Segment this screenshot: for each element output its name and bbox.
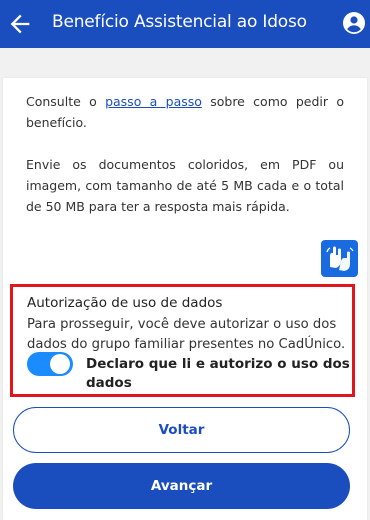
- page-title: Benefício Assistencial ao Idoso: [52, 12, 307, 32]
- authorization-toggle-label[interactable]: Declaro que li e autorizo o uso dos dado…: [86, 355, 356, 393]
- instructions-paragraph: Consulte o passo a passo sobre como pedi…: [26, 94, 344, 130]
- authorization-section: Autorização de uso de dados Para prosseg…: [10, 284, 355, 397]
- user-circle-icon[interactable]: [342, 11, 366, 35]
- documents-paragraph: Envie os documentos coloridos, em PDF ou…: [26, 157, 344, 214]
- app-header: Benefício Assistencial ao Idoso: [0, 0, 370, 48]
- arrow-left-icon[interactable]: [6, 10, 34, 38]
- authorization-text: Para prosseguir, você deve autorizar o u…: [27, 317, 346, 352]
- sign-language-hands-icon: [326, 246, 354, 271]
- toggle-knob: [50, 354, 70, 374]
- authorization-title: Autorização de uso de dados: [27, 295, 223, 311]
- authorization-toggle[interactable]: [27, 352, 73, 376]
- step-by-step-link[interactable]: passo a passo: [105, 94, 202, 109]
- back-button[interactable]: Voltar: [13, 407, 350, 453]
- next-button[interactable]: Avançar: [13, 463, 350, 509]
- sign-language-button[interactable]: [321, 240, 358, 277]
